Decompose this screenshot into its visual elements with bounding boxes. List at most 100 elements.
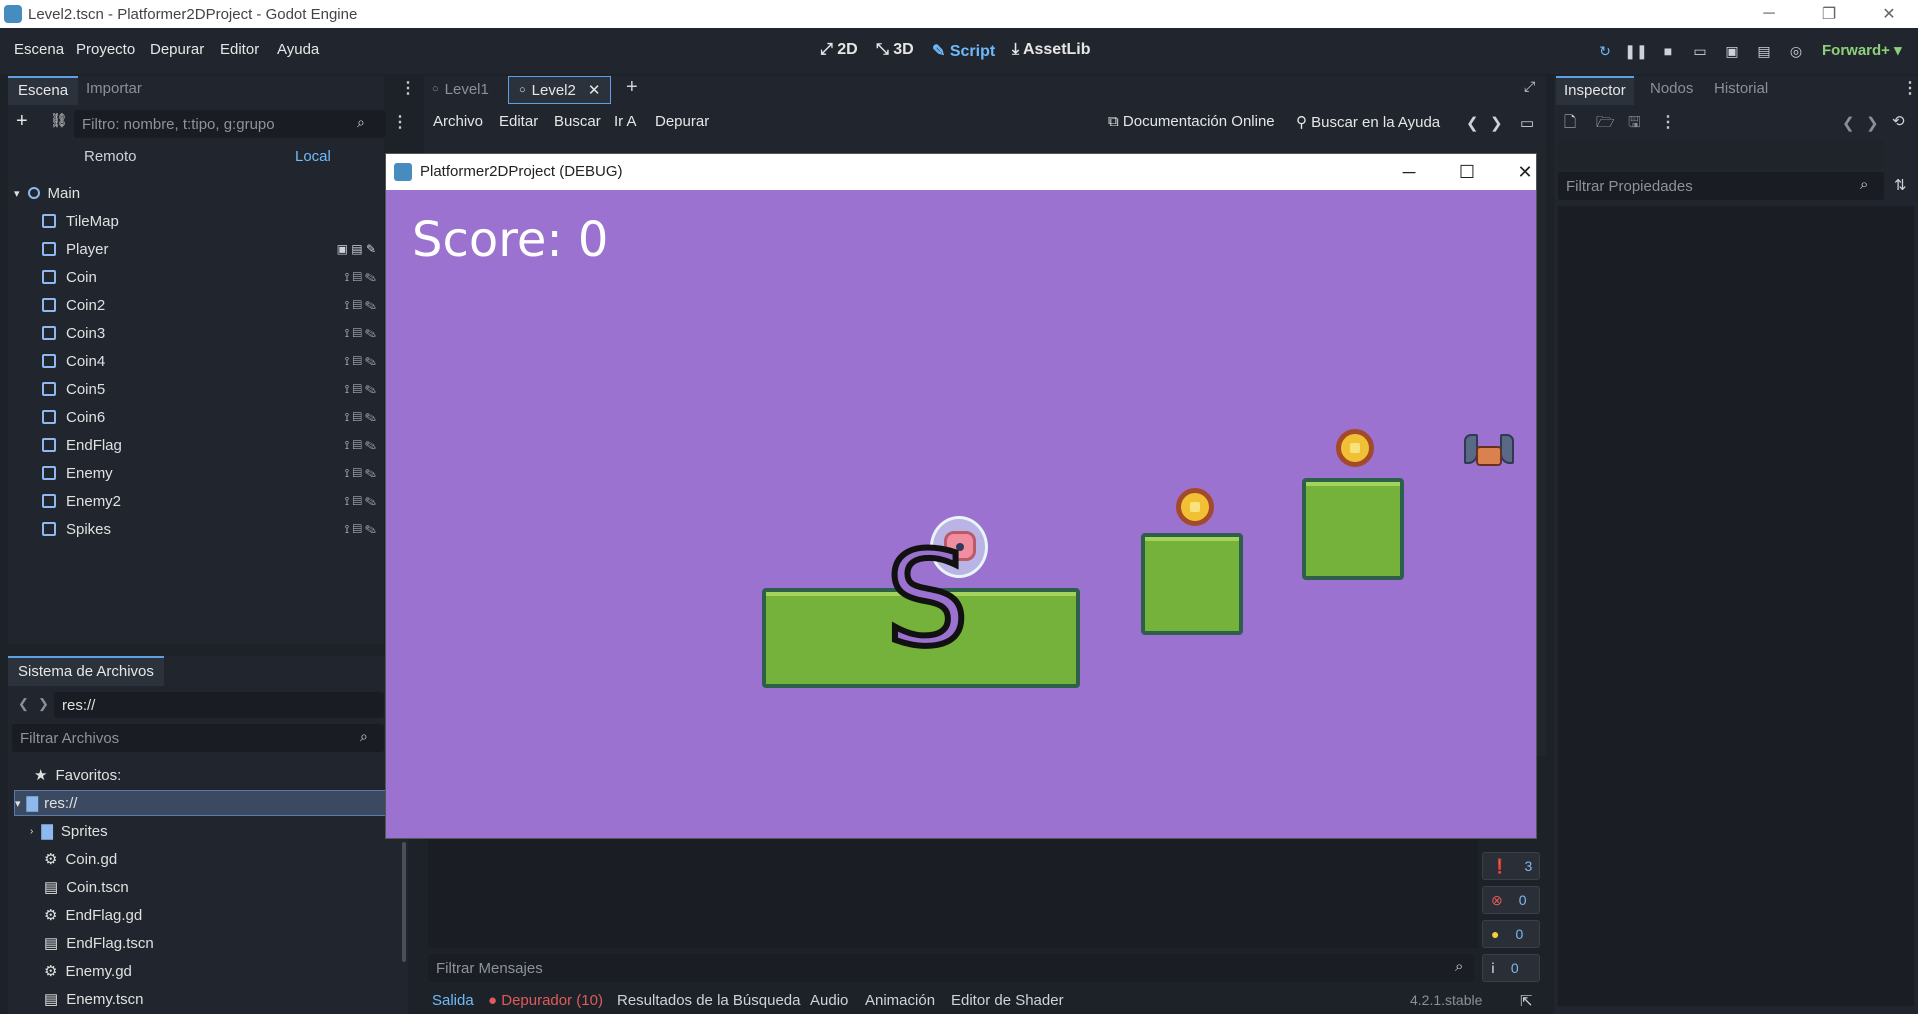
menu-editor[interactable]: Editor <box>220 41 259 58</box>
add-node-icon[interactable]: + <box>16 110 28 133</box>
script-menu-ir-a[interactable]: Ir A <box>614 113 637 130</box>
tree-node-coin6[interactable]: Coin6 ⟟ ▤ ✎ <box>42 404 382 430</box>
node-indicator-icons[interactable]: ⟟ ▤ ✎ <box>345 326 376 341</box>
play-scene-icon[interactable]: ▣ <box>1721 40 1743 62</box>
tab-escena[interactable]: Escena <box>8 76 79 105</box>
history-back-icon[interactable]: ❮ <box>18 696 29 712</box>
tree-node-enemy2[interactable]: Enemy2 ⟟ ▤ ✎ <box>42 488 382 514</box>
workspace-assetlib[interactable]: ⤓ AssetLib <box>1012 41 1091 59</box>
scrollbar[interactable] <box>402 842 406 962</box>
tree-node-player[interactable]: Player ▣ ▤ ✎ <box>42 236 382 262</box>
file-row-sprites[interactable]: › ▇ Sprites <box>30 818 108 844</box>
log-filter-editor[interactable]: ⅰ0 <box>1482 954 1540 982</box>
tab-depurador[interactable]: ● Depurador (10) <box>488 992 603 1009</box>
stop-icon[interactable]: ■ <box>1657 40 1679 62</box>
script-menu-buscar[interactable]: Buscar <box>554 113 601 130</box>
tab-inspector[interactable]: Inspector <box>1556 76 1634 105</box>
more-options-icon[interactable]: ⋮ <box>1660 112 1676 132</box>
next-script-icon[interactable]: ❯ <box>1490 114 1503 132</box>
pause-icon[interactable]: ❚❚ <box>1624 40 1647 62</box>
menu-depurar[interactable]: Depurar <box>150 41 204 58</box>
play-custom-icon[interactable]: ▤ <box>1753 40 1775 62</box>
node-indicator-icons[interactable]: ⟟ ▤ ✎ <box>345 354 376 369</box>
tab-historial[interactable]: Historial <box>1714 80 1768 97</box>
node-indicator-icons[interactable]: ⟟ ▤ ✎ <box>345 522 376 537</box>
menu-escena[interactable]: Escena <box>14 41 64 58</box>
scene-filter-input[interactable]: Filtro: nombre, t:tipo, g:grupo <box>74 110 386 138</box>
log-filter-errors[interactable]: ⊗ 0 <box>1482 886 1540 914</box>
node-indicator-icons[interactable]: ⟟ ▤ ✎ <box>345 410 376 425</box>
link-icon[interactable]: ⛓ <box>50 112 68 129</box>
node-indicator-icons[interactable]: ⟟ ▤ ✎ <box>345 438 376 453</box>
save-icon[interactable]: 🖫 <box>1628 112 1641 137</box>
node-indicator-icons[interactable]: ▣ ▤ ✎ <box>337 242 376 256</box>
tab-audio[interactable]: Audio <box>810 992 848 1009</box>
game-minimize-button[interactable]: ─ <box>1389 158 1429 186</box>
minimize-button[interactable]: ─ <box>1746 0 1792 28</box>
editor-tab-level2[interactable]: ○ Level2 ✕ <box>508 76 612 104</box>
renderer-select[interactable]: Forward+ ▾ <box>1822 41 1902 59</box>
tab-animacion[interactable]: Animación <box>865 992 935 1009</box>
workspace-3d[interactable]: ⤡ 3D <box>876 41 914 59</box>
sort-properties-icon[interactable]: ⇅ <box>1894 176 1907 194</box>
script-menu-archivo[interactable]: Archivo <box>433 113 483 130</box>
tree-root-main[interactable]: ▾ Main <box>14 180 80 206</box>
object-selector[interactable] <box>1558 140 1884 168</box>
menu-proyecto[interactable]: Proyecto <box>76 41 135 58</box>
file-row-endflag-tscn[interactable]: ▤ EndFlag.tscn <box>44 930 154 956</box>
path-field[interactable]: res:// <box>54 692 384 718</box>
workspace-script[interactable]: ✎ Script <box>932 41 995 61</box>
tab-nodos[interactable]: Nodos <box>1650 80 1693 97</box>
prev-script-icon[interactable]: ❮ <box>1466 114 1479 132</box>
menu-ayuda[interactable]: Ayuda <box>277 41 319 58</box>
search-help-button[interactable]: ⚲ Buscar en la Ayuda <box>1296 113 1440 131</box>
property-filter-input[interactable]: Filtrar Propiedades <box>1558 172 1884 200</box>
node-indicator-icons[interactable]: ⟟ ▤ ✎ <box>345 466 376 481</box>
tree-node-tilemap[interactable]: TileMap <box>42 208 119 234</box>
distraction-free-icon[interactable]: ⤢ <box>1524 78 1535 95</box>
node-indicator-icons[interactable]: ⟟ ▤ ✎ <box>345 382 376 397</box>
file-row-endflag-gd[interactable]: ⚙ EndFlag.gd <box>44 902 142 928</box>
tab-filesystem[interactable]: Sistema de Archivos <box>8 656 164 686</box>
workspace-2d[interactable]: ⤢ 2D <box>820 41 858 59</box>
close-tab-icon[interactable]: ✕ <box>588 81 601 99</box>
game-maximize-button[interactable]: ☐ <box>1447 158 1487 186</box>
tree-node-enemy[interactable]: Enemy ⟟ ▤ ✎ <box>42 460 382 486</box>
tree-node-coin[interactable]: Coin ⟟ ▤ ✎ <box>42 264 382 290</box>
history-icon[interactable]: ⟲ <box>1892 112 1905 130</box>
tree-node-coin5[interactable]: Coin5 ⟟ ▤ ✎ <box>42 376 382 402</box>
script-menu-editar[interactable]: Editar <box>499 113 538 130</box>
reload-icon[interactable]: ↻ <box>1594 40 1616 62</box>
remote-tab[interactable]: Remoto <box>84 148 137 165</box>
log-filter-messages[interactable]: ❗ 3 <box>1482 852 1540 880</box>
file-row-coin-gd[interactable]: ⚙ Coin.gd <box>44 846 117 872</box>
res-root-row[interactable]: ▾ ▇ res:// <box>14 790 390 816</box>
filter-options-icon[interactable]: ⋮ <box>392 112 408 132</box>
node-indicator-icons[interactable]: ⟟ ▤ ✎ <box>345 270 376 285</box>
float-window-icon[interactable]: ▭ <box>1520 114 1534 132</box>
pin-panel-icon[interactable]: ⇱ <box>1520 992 1533 1010</box>
online-docs-link[interactable]: ⧉ Documentación Online <box>1108 113 1275 130</box>
dock-menu-icon[interactable]: ⋮ <box>400 78 416 98</box>
editor-tab-level1[interactable]: ○ Level1 <box>432 76 489 102</box>
tree-node-coin3[interactable]: Coin3 ⟟ ▤ ✎ <box>42 320 382 346</box>
add-tab-icon[interactable]: + <box>626 76 638 99</box>
tree-node-coin2[interactable]: Coin2 ⟟ ▤ ✎ <box>42 292 382 318</box>
tab-salida[interactable]: Salida <box>432 992 474 1009</box>
tab-importar[interactable]: Importar <box>86 80 142 97</box>
history-forward-icon[interactable]: ❯ <box>38 696 49 712</box>
log-filter-warnings[interactable]: ● 0 <box>1482 920 1540 948</box>
node-indicator-icons[interactable]: ⟟ ▤ ✎ <box>345 494 376 509</box>
message-filter-input[interactable]: Filtrar Mensajes <box>428 954 1474 982</box>
script-menu-depurar[interactable]: Depurar <box>655 113 709 130</box>
dock-menu-icon[interactable]: ⋮ <box>1902 78 1918 98</box>
node-indicator-icons[interactable]: ⟟ ▤ ✎ <box>345 298 376 313</box>
file-row-enemy-tscn[interactable]: ▤ Enemy.tscn <box>44 986 143 1012</box>
close-button[interactable]: ✕ <box>1866 0 1912 28</box>
tab-resultados-busqueda[interactable]: Resultados de la Búsqueda <box>617 992 800 1009</box>
favorites-row[interactable]: ★ Favoritos: <box>34 762 121 788</box>
history-forward-icon[interactable]: ❯ <box>1866 114 1879 132</box>
file-row-coin-tscn[interactable]: ▤ Coin.tscn <box>44 874 129 900</box>
remote-debug-icon[interactable]: ▭ <box>1689 40 1711 62</box>
tree-node-coin4[interactable]: Coin4 ⟟ ▤ ✎ <box>42 348 382 374</box>
